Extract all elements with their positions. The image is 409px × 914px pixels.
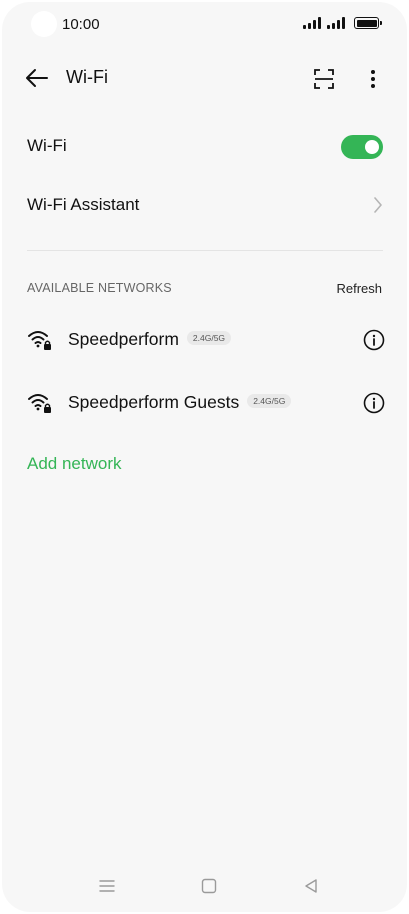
chevron-right-icon <box>374 197 382 213</box>
status-time: 10:00 <box>62 16 100 33</box>
available-networks-header: AVAILABLE NETWORKS <box>27 281 172 295</box>
status-icons <box>303 17 382 29</box>
signal-icon <box>303 17 321 29</box>
status-bar: 10:00 <box>2 2 407 48</box>
battery-icon <box>354 17 382 29</box>
back-triangle-icon <box>305 879 317 893</box>
qr-scan-icon <box>314 69 334 89</box>
wifi-label: Wi-Fi <box>27 136 67 155</box>
refresh-button[interactable]: Refresh <box>336 281 382 296</box>
signal-icon <box>327 17 345 29</box>
home-button[interactable] <box>198 876 220 896</box>
phone-screen: 10:00 Wi-Fi Wi-Fi Wi-Fi Assistant AVAILA… <box>2 2 407 912</box>
navigation-bar <box>2 862 407 912</box>
page-title: Wi-Fi <box>66 67 108 87</box>
network-name: Speedperform Guests <box>68 392 240 412</box>
more-options-button[interactable] <box>360 65 386 93</box>
wifi-assistant-row[interactable]: Wi-Fi Assistant <box>27 181 383 229</box>
wifi-toggle[interactable] <box>341 135 383 159</box>
network-name-row: Speedperform Guests 2.4G/5G <box>68 392 292 413</box>
add-network-button[interactable]: Add network <box>27 454 122 474</box>
app-header: Wi-Fi <box>2 54 407 102</box>
network-row[interactable]: Speedperform 2.4G/5G <box>27 314 385 366</box>
wifi-assistant-label: Wi-Fi Assistant <box>27 195 140 214</box>
band-badge: 2.4G/5G <box>247 394 292 409</box>
wifi-toggle-row[interactable]: Wi-Fi <box>27 122 383 170</box>
recents-button[interactable] <box>96 876 118 896</box>
camera-cutout <box>31 11 57 37</box>
home-icon <box>201 878 217 894</box>
network-name: Speedperform <box>68 329 179 349</box>
wifi-secured-icon <box>28 331 51 350</box>
band-badge: 2.4G/5G <box>186 331 232 346</box>
nav-back-button[interactable] <box>300 876 322 896</box>
more-vertical-icon <box>371 70 375 88</box>
network-row[interactable]: Speedperform Guests 2.4G/5G <box>27 377 385 429</box>
toggle-knob <box>365 140 379 154</box>
network-name-row: Speedperform 2.4G/5G <box>68 329 232 350</box>
info-icon[interactable] <box>363 392 385 414</box>
divider <box>27 250 383 251</box>
wifi-secured-icon <box>28 394 51 413</box>
scan-button[interactable] <box>310 65 338 93</box>
info-icon[interactable] <box>363 329 385 351</box>
back-button[interactable] <box>22 64 52 92</box>
menu-icon <box>99 880 115 892</box>
back-arrow-icon <box>26 69 48 87</box>
